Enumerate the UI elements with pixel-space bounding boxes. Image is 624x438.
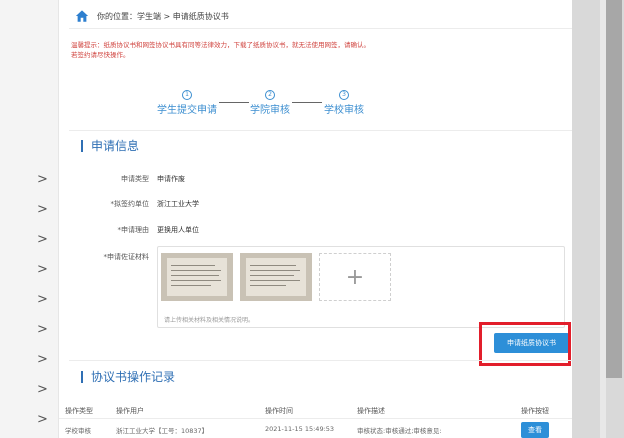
material-thumbnail[interactable] — [161, 253, 233, 301]
cell-type: 学校审核 — [65, 427, 91, 435]
chevron-right-icon[interactable]: > — [37, 293, 48, 306]
notice-line: 若签约请尽快操作。 — [71, 51, 130, 59]
step-label: 学校审核 — [324, 105, 364, 116]
field-label-reason: *申请理由 — [117, 226, 150, 234]
notice-line: 温馨提示：纸质协议书和网签协议书具有同等法律效力，下载了纸质协议书，就无法使用网… — [71, 41, 370, 49]
apply-paper-agreement-button[interactable]: 申请纸质协议书 — [494, 333, 569, 353]
materials-upload-box: + 请上传相关材料及相关情况说明。 — [157, 246, 565, 328]
main-content: 你的位置： 学生端 > 申请纸质协议书 温馨提示：纸质协议书和网签协议书具有同等… — [58, 0, 572, 438]
step-number: 2 — [265, 90, 275, 100]
column-header: 操作描述 — [357, 407, 385, 415]
chevron-right-icon[interactable]: > — [37, 323, 48, 336]
table-row-divider — [59, 418, 572, 419]
column-header: 操作类型 — [65, 407, 93, 415]
field-value-type: 申请作废 — [157, 175, 185, 183]
step-school-review: 3 学校审核 — [323, 90, 365, 116]
scrollbar-thumb[interactable] — [606, 0, 622, 378]
cell-user: 浙江工业大学【工号：10837】 — [116, 427, 209, 435]
upload-hint: 请上传相关材料及相关情况说明。 — [164, 317, 255, 324]
chevron-right-icon[interactable]: > — [37, 263, 48, 276]
step-college-review: 2 学院审核 — [249, 90, 291, 116]
left-nav-rail: > > > > > > > > > — [0, 0, 58, 438]
breadcrumb-path[interactable]: 学生端 > 申请纸质协议书 — [137, 11, 229, 22]
chevron-right-icon[interactable]: > — [37, 233, 48, 246]
progress-steps: 1 学生提交申请 2 学院审核 3 学校审核 — [59, 90, 573, 116]
breadcrumb-divider — [69, 28, 572, 29]
cell-time: 2021-11-15 15:49:53 — [265, 425, 335, 433]
notice-text: 温馨提示：纸质协议书和网签协议书具有同等法律效力，下载了纸质协议书，就无法使用网… — [71, 40, 370, 60]
field-label-type: 申请类型 — [121, 175, 149, 183]
section-divider — [69, 130, 572, 131]
add-material-button[interactable]: + — [319, 253, 391, 301]
column-header: 操作时间 — [265, 407, 293, 415]
step-number: 3 — [339, 90, 349, 100]
step-label: 学生提交申请 — [157, 105, 217, 116]
step-submit: 1 学生提交申请 — [155, 90, 219, 116]
records-section-title: 协议书操作记录 — [81, 371, 175, 383]
field-value-reason: 更换用人单位 — [157, 226, 199, 234]
field-value-company: 浙江工业大学 — [157, 200, 199, 208]
field-label-company: *拟签约单位 — [110, 200, 150, 208]
view-record-button[interactable]: 查看 — [521, 422, 549, 438]
breadcrumb-prefix: 你的位置： — [97, 11, 137, 21]
chevron-right-icon[interactable]: > — [37, 203, 48, 216]
step-number: 1 — [182, 90, 192, 100]
breadcrumb: 你的位置： 学生端 > 申请纸质协议书 — [75, 7, 229, 25]
step-label: 学院审核 — [250, 105, 290, 116]
step-connector — [292, 102, 322, 103]
chevron-right-icon[interactable]: > — [37, 413, 48, 426]
chevron-right-icon[interactable]: > — [37, 353, 48, 366]
field-label-materials: *申请佐证材料 — [103, 253, 150, 261]
material-thumbnail[interactable] — [240, 253, 312, 301]
section-divider — [69, 360, 572, 361]
column-header: 操作用户 — [116, 407, 144, 415]
step-connector — [219, 102, 249, 103]
column-header: 操作按钮 — [521, 407, 549, 415]
plus-icon: + — [345, 264, 365, 290]
chevron-right-icon[interactable]: > — [37, 383, 48, 396]
apply-section-title: 申请信息 — [81, 140, 139, 152]
home-icon[interactable] — [75, 9, 89, 23]
chevron-right-icon[interactable]: > — [37, 173, 48, 186]
cell-desc: 审核状态:审核通过;审核意见: — [357, 427, 442, 435]
